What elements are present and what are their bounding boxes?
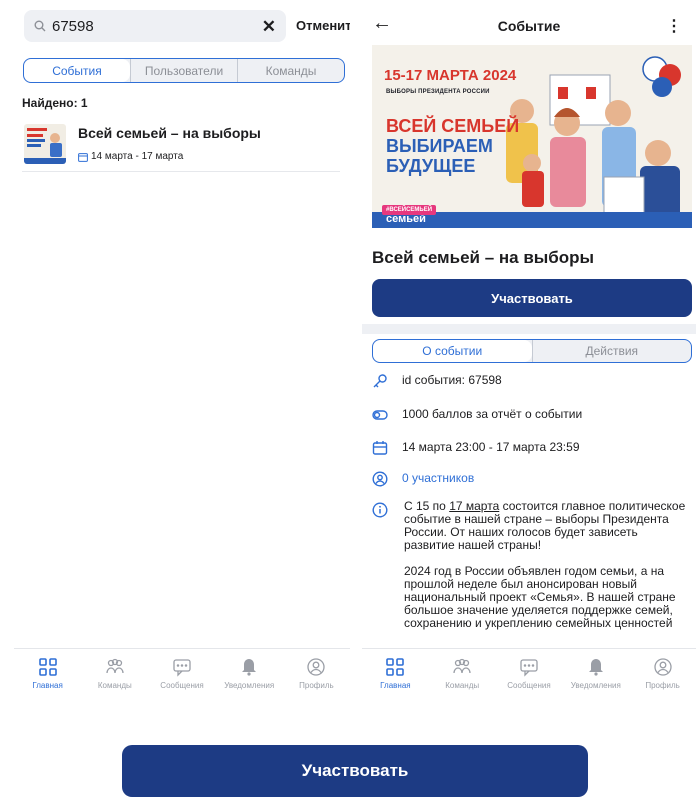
event-tabs: О событии Действия xyxy=(372,339,692,363)
banner-dates: 15-17 МАРТА 2024 xyxy=(384,67,517,84)
tab-home[interactable]: Главная xyxy=(362,649,429,700)
search-icon xyxy=(34,20,46,32)
event-participants-row[interactable]: 0 участников xyxy=(372,471,692,487)
bottom-tab-bar: Главная Команды Сообщения Уведомления Пр… xyxy=(362,648,696,700)
tab-teams[interactable]: Команды xyxy=(237,59,344,82)
participate-button-large[interactable]: Участвовать xyxy=(122,745,588,797)
description-paragraph-2: 2024 год в России объявлен годом семьи, … xyxy=(404,564,676,630)
banner-hashtag: #ВСЕЙСЕМЬЕЙ xyxy=(382,205,437,215)
event-points: 1000 баллов за отчёт о событии xyxy=(402,407,583,421)
info-icon xyxy=(372,502,388,518)
page-title: Событие xyxy=(497,18,561,34)
message-icon xyxy=(520,659,538,677)
search-screen: ✕ Отменить События Пользователи Команды … xyxy=(14,0,350,700)
participate-button[interactable]: Участвовать xyxy=(372,279,692,317)
tab-notifications[interactable]: Уведомления xyxy=(562,649,629,700)
bell-icon xyxy=(588,659,603,676)
tab-about-event[interactable]: О событии xyxy=(373,340,532,362)
event-points-row: 1000 баллов за отчёт о событии xyxy=(372,407,692,423)
tab-users[interactable]: Пользователи xyxy=(130,59,237,82)
result-title: Всей семьей – на выборы xyxy=(78,125,261,141)
profile-icon xyxy=(307,658,326,676)
description-paragraph: С 15 по 17 марта состоится главное полит… xyxy=(404,500,688,552)
tab-teams-nav[interactable]: Команды xyxy=(429,649,496,700)
user-circle-icon xyxy=(372,471,388,487)
tab-label: Уведомления xyxy=(570,681,621,690)
tab-label: Уведомления xyxy=(224,681,275,690)
result-dates: 14 марта - 17 марта xyxy=(78,151,183,162)
banner-subtitle: ВЫБОРЫ ПРЕЗИДЕНТА РОССИИ xyxy=(386,89,490,95)
tab-messages[interactable]: Сообщения xyxy=(496,649,563,700)
more-options-icon[interactable]: ⋮ xyxy=(666,16,682,36)
clear-search-icon[interactable]: ✕ xyxy=(262,18,276,35)
tab-label: Сообщения xyxy=(160,681,204,690)
event-header: ← Событие ⋮ xyxy=(362,10,696,40)
tab-teams-nav[interactable]: Команды xyxy=(81,649,148,700)
tab-label: Профиль xyxy=(645,681,680,690)
tab-events[interactable]: События xyxy=(24,59,130,82)
tab-profile[interactable]: Профиль xyxy=(283,649,350,700)
tab-profile[interactable]: Профиль xyxy=(629,649,696,700)
results-count: Найдено: 1 xyxy=(22,96,88,110)
tab-actions[interactable]: Действия xyxy=(531,340,692,362)
event-description: С 15 по 17 марта состоится главное полит… xyxy=(404,500,688,643)
event-datetime-row: 14 марта 23:00 - 17 марта 23:59 xyxy=(372,440,692,456)
home-grid-icon xyxy=(386,658,405,676)
banner-headline-2: ВЫБИРАЕМ xyxy=(386,136,493,156)
tab-notifications[interactable]: Уведомления xyxy=(216,649,283,700)
result-dates-text: 14 марта - 17 марта xyxy=(91,151,184,162)
tab-label: Сообщения xyxy=(507,681,551,690)
profile-icon xyxy=(653,658,672,676)
bell-icon xyxy=(242,659,257,676)
toggle-icon xyxy=(372,410,388,420)
tab-label: Главная xyxy=(32,681,63,690)
message-icon xyxy=(173,659,191,677)
tab-label: Главная xyxy=(380,681,411,690)
search-bar[interactable]: ✕ xyxy=(24,10,286,42)
list-item[interactable]: Всей семьей – на выборы 14 марта - 17 ма… xyxy=(22,118,340,172)
participants-link[interactable]: 0 участников xyxy=(402,471,474,485)
event-banner: 15-17 МАРТА 2024 ВЫБОРЫ ПРЕЗИДЕНТА РОССИ… xyxy=(372,45,692,228)
description-icon-row xyxy=(372,502,402,518)
section-divider xyxy=(362,324,696,334)
tab-label: Команды xyxy=(97,681,132,690)
bottom-tab-bar: Главная Команды Сообщения Уведомления Пр… xyxy=(14,648,350,700)
tab-messages[interactable]: Сообщения xyxy=(148,649,215,700)
description-p1-pre: С 15 по xyxy=(404,499,450,513)
banner-headline-3: БУДУЩЕЕ xyxy=(386,156,476,176)
event-id: id события: 67598 xyxy=(402,373,502,387)
tab-home[interactable]: Главная xyxy=(14,649,81,700)
event-screen: ← Событие ⋮ 15-17 МАРТА 2024 ВЫБОРЫ ПРЕЗ… xyxy=(362,0,696,700)
calendar-icon xyxy=(78,152,88,162)
home-grid-icon xyxy=(38,658,57,676)
team-icon xyxy=(106,658,124,674)
calendar-icon xyxy=(372,441,388,455)
event-datetime: 14 марта 23:00 - 17 марта 23:59 xyxy=(402,440,580,454)
tab-label: Команды xyxy=(445,681,480,690)
event-title: Всей семьей – на выборы xyxy=(372,248,595,267)
search-input[interactable] xyxy=(52,17,232,35)
tab-label: Профиль xyxy=(299,681,334,690)
event-thumbnail xyxy=(24,124,66,164)
banner-headline-1: ВСЕЙ СЕМЬЕЙ xyxy=(386,116,520,136)
team-icon xyxy=(453,658,471,674)
key-icon xyxy=(373,374,387,388)
event-id-row: id события: 67598 xyxy=(372,373,692,389)
search-category-tabs: События Пользователи Команды xyxy=(23,58,345,83)
description-date-link[interactable]: 17 марта xyxy=(449,499,499,513)
cancel-button[interactable]: Отменить xyxy=(296,18,350,33)
